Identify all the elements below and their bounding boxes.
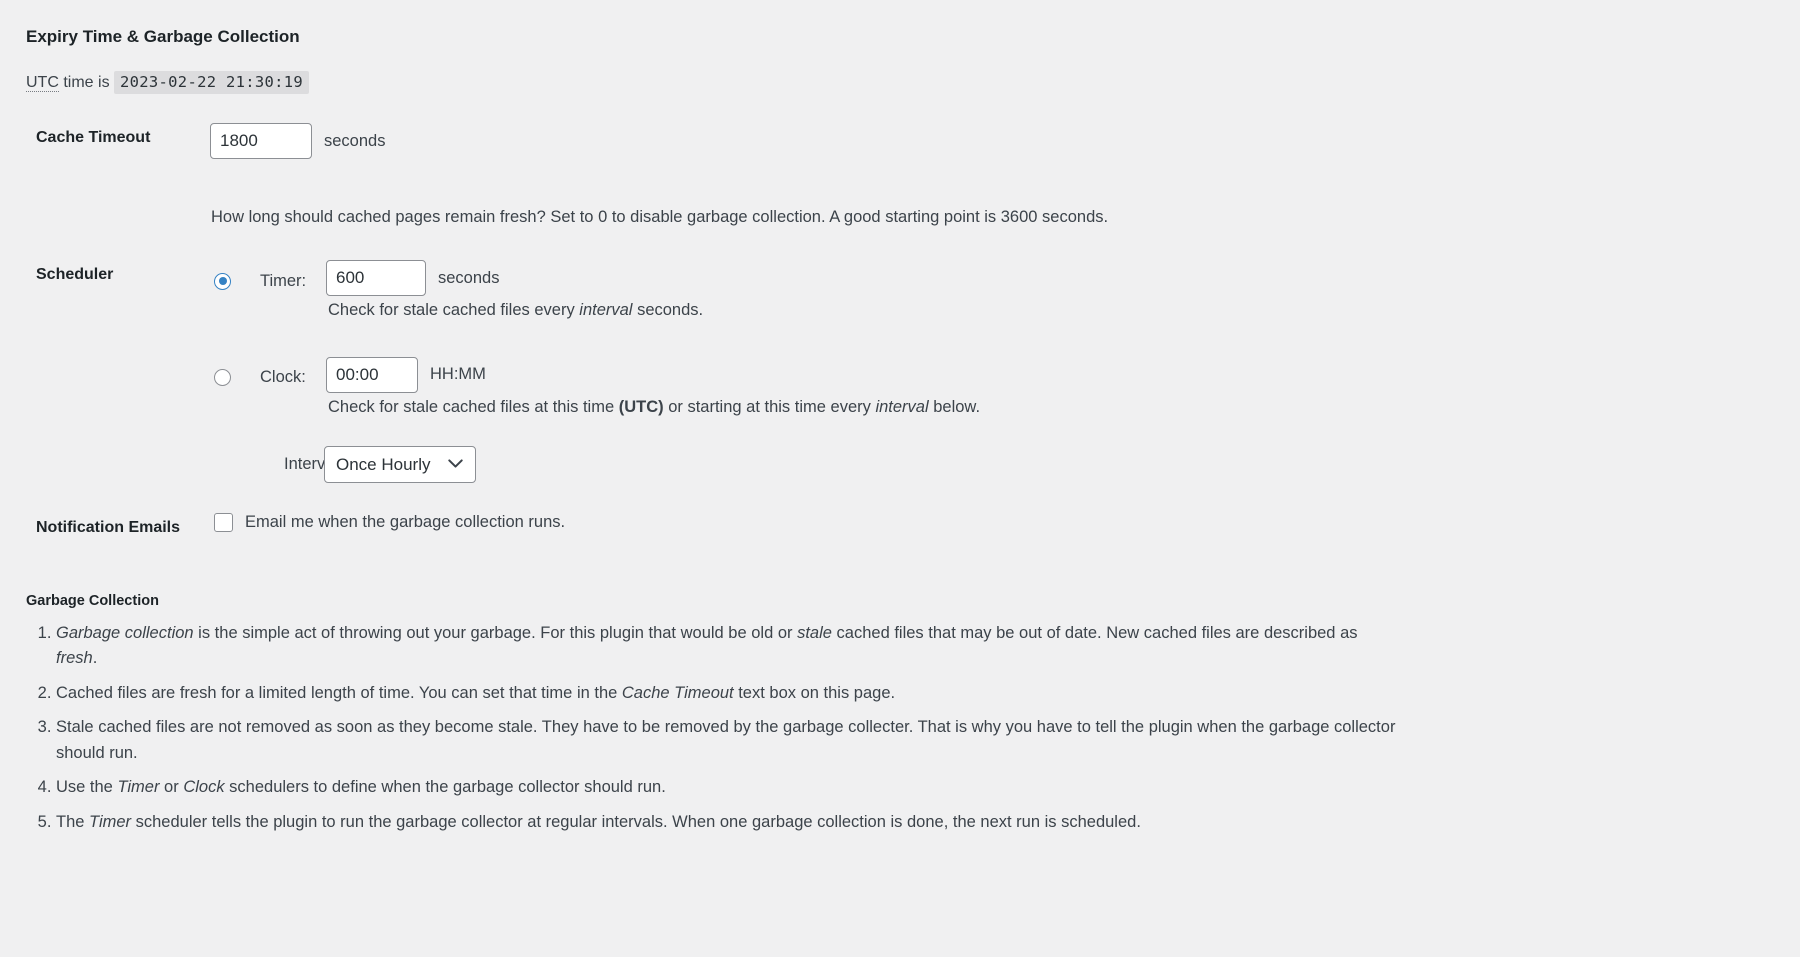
interval-row: Interval: Once Hourly <box>210 445 1790 483</box>
emphasis-text: Clock <box>183 778 225 797</box>
garbage-collection-title: Garbage Collection <box>26 592 159 609</box>
list-item: Stale cached files are not removed as so… <box>56 715 1396 766</box>
clock-desc-middle: or starting at this time every <box>663 397 876 416</box>
emphasis-text: Cache Timeout <box>621 683 734 702</box>
clock-unit: HH:MM <box>430 365 486 384</box>
clock-desc-after: below. <box>928 397 981 416</box>
body-text: Cached files are fresh for a limited len… <box>56 683 622 702</box>
row-notification-emails: Notification Emails Email me when the ga… <box>0 498 1800 559</box>
notification-email-checkbox[interactable] <box>214 512 233 532</box>
interval-select-wrapper: Once Hourly <box>324 445 476 483</box>
row-scheduler: Scheduler Timer: seconds Check for <box>0 245 1800 498</box>
body-text: Use the <box>56 778 118 797</box>
cache-timeout-description: How long should cached pages remain fres… <box>211 208 1109 227</box>
clock-body: HH:MM Check for stale cached files at th… <box>324 356 1790 420</box>
clock-field-group: HH:MM <box>326 356 1790 393</box>
utc-time-is-label: time is <box>58 74 115 92</box>
body-text: is the simple act of throwing out your g… <box>193 623 798 642</box>
scheduler-timer-radio[interactable] <box>214 272 231 290</box>
body-text: . <box>92 649 98 668</box>
cache-timeout-unit: seconds <box>324 131 386 150</box>
notification-emails-cell: Email me when the garbage collection run… <box>200 498 1800 559</box>
body-text: scheduler tells the plugin to run the ga… <box>131 812 1141 831</box>
timer-field-group: seconds <box>326 260 1790 297</box>
page-title: Expiry Time & Garbage Collection <box>26 27 300 46</box>
emphasis-text: Garbage collection <box>56 623 194 642</box>
timer-radio-cell <box>210 260 246 302</box>
body-text: The <box>56 812 90 831</box>
notification-emails-label: Notification Emails <box>36 518 181 536</box>
timer-unit: seconds <box>438 268 500 287</box>
scheduler-cell: Timer: seconds Check for stale cached fi… <box>200 245 1800 498</box>
clock-desc-before: Check for stale cached files at this tim… <box>328 397 619 416</box>
scheduler-clock-input[interactable] <box>326 356 418 393</box>
cache-timeout-field-group: seconds <box>210 123 1790 160</box>
notification-checkbox-label: Email me when the garbage collection run… <box>245 512 566 531</box>
body-text: Stale cached files are not removed as so… <box>56 718 1396 762</box>
interval-label: Interval: <box>284 454 343 473</box>
scheduler-gap-right <box>324 323 1790 357</box>
scheduler-gap-left <box>210 323 246 357</box>
emphasis-text: Timer <box>89 812 132 831</box>
body-text: cached files that may be out of date. Ne… <box>831 623 1358 642</box>
body-text: text box on this page. <box>733 683 896 702</box>
emphasis-text: stale <box>797 623 832 642</box>
emphasis-text: Timer <box>117 778 160 797</box>
list-item: Garbage collection is the simple act of … <box>56 621 1396 672</box>
scheduler-interval-select[interactable]: Once Hourly <box>324 445 476 483</box>
expiry-garbage-collection-page: Expiry Time & Garbage Collection UTC tim… <box>0 0 1800 957</box>
settings-form-table: Cache Timeout seconds How long should ca… <box>0 108 1800 558</box>
timer-label: Timer: <box>260 271 307 290</box>
utc-time-line: UTC time is 2023-02-22 21:30:19 <box>26 71 1800 95</box>
body-text: or <box>159 778 184 797</box>
clock-desc-utc: (UTC) <box>618 397 664 416</box>
garbage-collection-notes: Garbage Collection Garbage collection is… <box>26 593 1800 836</box>
timer-desc-emphasis: interval <box>579 301 633 320</box>
clock-label: Clock: <box>260 368 306 387</box>
scheduler-clock-radio[interactable] <box>214 369 231 387</box>
utc-abbreviation: UTC <box>26 74 59 93</box>
list-item: Cached files are fresh for a limited len… <box>56 681 1396 707</box>
timer-desc-before: Check for stale cached files every <box>328 301 580 320</box>
scheduler-options-grid: Timer: seconds Check for stale cached fi… <box>210 260 1790 420</box>
scheduler-timer-input[interactable] <box>326 260 426 297</box>
list-item: The Timer scheduler tells the plugin to … <box>56 810 1396 836</box>
notification-checkbox-row[interactable]: Email me when the garbage collection run… <box>210 512 1790 532</box>
clock-description: Check for stale cached files at this tim… <box>328 395 1790 420</box>
garbage-collection-list: Garbage collection is the simple act of … <box>26 621 1396 836</box>
clock-radio-cell <box>210 357 246 399</box>
cache-timeout-input[interactable] <box>210 123 312 160</box>
cache-timeout-cell: seconds How long should cached pages rem… <box>200 108 1800 245</box>
body-text: schedulers to define when the garbage co… <box>224 778 666 797</box>
timer-description: Check for stale cached files every inter… <box>328 298 1790 323</box>
utc-time-value: 2023-02-22 21:30:19 <box>114 71 310 95</box>
row-cache-timeout: Cache Timeout seconds How long should ca… <box>0 108 1800 245</box>
timer-desc-after: seconds. <box>632 301 704 320</box>
clock-desc-emphasis: interval <box>875 397 929 416</box>
cache-timeout-label: Cache Timeout <box>36 129 151 147</box>
scheduler-gap-mid <box>246 323 324 357</box>
emphasis-text: fresh <box>56 649 93 668</box>
timer-body: seconds Check for stale cached files eve… <box>324 260 1790 323</box>
scheduler-label: Scheduler <box>36 266 114 284</box>
list-item: Use the Timer or Clock schedulers to def… <box>56 775 1396 801</box>
